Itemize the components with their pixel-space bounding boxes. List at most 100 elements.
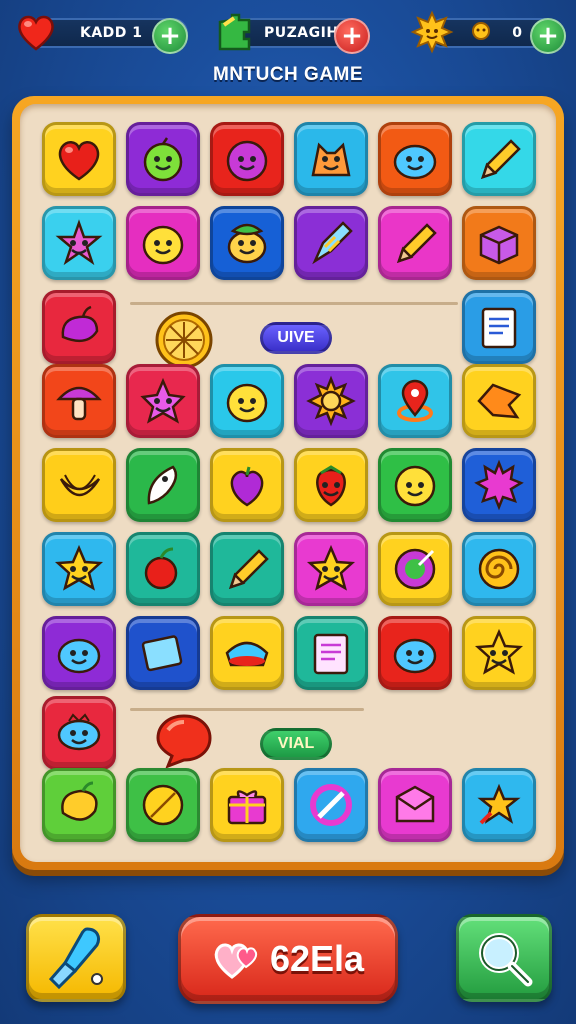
plum-face-icon	[226, 140, 268, 182]
mango-icon	[61, 781, 98, 821]
board-tile[interactable]	[210, 532, 284, 606]
heart-icon	[58, 141, 100, 181]
board-tile[interactable]	[378, 768, 452, 842]
small-sun-icon	[472, 22, 490, 40]
board-tile[interactable]	[378, 532, 452, 606]
star-face-icon	[474, 628, 524, 675]
star-face-icon	[306, 544, 356, 591]
top-hud: KADD 1 + PUZAGIH + 0 +	[0, 8, 576, 56]
add-puzzle-button[interactable]: +	[334, 18, 370, 54]
notebook-icon	[481, 307, 517, 349]
board-tile[interactable]	[378, 122, 452, 196]
board-tile[interactable]	[294, 768, 368, 842]
swirl-icon	[478, 548, 520, 590]
board-tile[interactable]	[42, 290, 116, 364]
board-tile[interactable]	[462, 532, 536, 606]
board-tile[interactable]	[42, 696, 116, 770]
board-tile[interactable]	[210, 616, 284, 690]
status-tag: VIAL	[260, 728, 332, 760]
add-lives-button[interactable]: +	[152, 18, 188, 54]
board-tile[interactable]	[210, 768, 284, 842]
speech-bubble-icon[interactable]	[154, 710, 214, 770]
search-icon	[479, 933, 533, 987]
board-tile[interactable]	[126, 532, 200, 606]
fish-icon	[477, 383, 522, 419]
puzzle-label: PUZAGIH	[264, 25, 339, 41]
board-tile[interactable]	[294, 206, 368, 280]
lemon-face-icon	[142, 225, 184, 265]
board-tile[interactable]	[126, 448, 200, 522]
strawberry-face-icon	[316, 465, 346, 507]
board-tile[interactable]	[294, 122, 368, 196]
palette-icon	[394, 548, 436, 590]
document-icon	[313, 633, 349, 675]
main-action-button[interactable]: 62Ela	[178, 914, 398, 1004]
add-stars-button[interactable]: +	[530, 18, 566, 54]
blob-face-icon	[393, 144, 437, 180]
puzzle-piece-icon	[218, 13, 251, 51]
board-tile[interactable]	[210, 364, 284, 438]
paintbrush-icon	[48, 927, 103, 990]
paintbrush-button[interactable]	[26, 914, 126, 1002]
game-title: MNTUCH GAME	[212, 64, 364, 85]
board-tile[interactable]	[42, 532, 116, 606]
star-face-icon	[54, 544, 104, 591]
board-tile[interactable]	[294, 532, 368, 606]
board-inner: UIVE VIAL	[20, 104, 556, 862]
board-tile[interactable]	[294, 448, 368, 522]
board-tile[interactable]	[210, 206, 284, 280]
tablet-icon	[141, 635, 183, 672]
grape-icon	[230, 466, 264, 507]
board-tile[interactable]	[462, 122, 536, 196]
map-pin-icon	[397, 379, 433, 422]
board-tile[interactable]	[462, 616, 536, 690]
board-tile[interactable]	[462, 206, 536, 280]
blob-face-icon	[393, 638, 437, 674]
board-tile[interactable]	[42, 768, 116, 842]
pencil-icon	[481, 139, 521, 179]
no-sign-icon	[310, 784, 352, 826]
board-tile[interactable]	[42, 206, 116, 280]
apple-face-icon	[143, 137, 183, 182]
board-tile[interactable]	[210, 448, 284, 522]
rocket-icon	[312, 221, 353, 265]
board-tile[interactable]	[378, 448, 452, 522]
board-tile[interactable]	[42, 448, 116, 522]
board-tile[interactable]	[378, 364, 452, 438]
feather-icon	[147, 465, 178, 505]
board-tile[interactable]	[126, 364, 200, 438]
board-tile[interactable]	[126, 616, 200, 690]
star-cluster-icon	[477, 783, 521, 825]
search-button[interactable]	[456, 914, 552, 1002]
board-tile[interactable]	[462, 290, 536, 364]
board-tile[interactable]	[210, 122, 284, 196]
fish-creature-icon	[57, 713, 101, 751]
box-icon	[479, 225, 519, 265]
gift-box-icon	[227, 790, 267, 825]
cherry-icon	[144, 547, 178, 590]
board-tile[interactable]	[126, 768, 200, 842]
board-tile[interactable]	[462, 768, 536, 842]
bowl-icon	[225, 641, 269, 667]
board-tile[interactable]	[126, 206, 200, 280]
board-tile[interactable]	[462, 448, 536, 522]
board-tile[interactable]	[42, 122, 116, 196]
board-tile[interactable]	[462, 364, 536, 438]
board-tile[interactable]	[378, 206, 452, 280]
lives-value: 1	[132, 25, 142, 41]
lemon-icon	[142, 784, 184, 826]
board-tile[interactable]	[294, 364, 368, 438]
compass-coin-icon[interactable]	[154, 310, 214, 370]
spiky-ball-icon	[474, 459, 524, 511]
board-tile[interactable]	[294, 616, 368, 690]
row-divider	[130, 302, 458, 305]
board-tile[interactable]	[42, 364, 116, 438]
pencil-icon	[397, 223, 437, 263]
hearts-icon	[214, 943, 258, 979]
board-tile[interactable]	[378, 616, 452, 690]
board-tile[interactable]	[126, 122, 200, 196]
main-action-label: 62Ela	[269, 938, 365, 979]
banana-icon	[59, 474, 101, 497]
game-board: UIVE VIAL	[12, 96, 564, 870]
board-tile[interactable]	[42, 616, 116, 690]
